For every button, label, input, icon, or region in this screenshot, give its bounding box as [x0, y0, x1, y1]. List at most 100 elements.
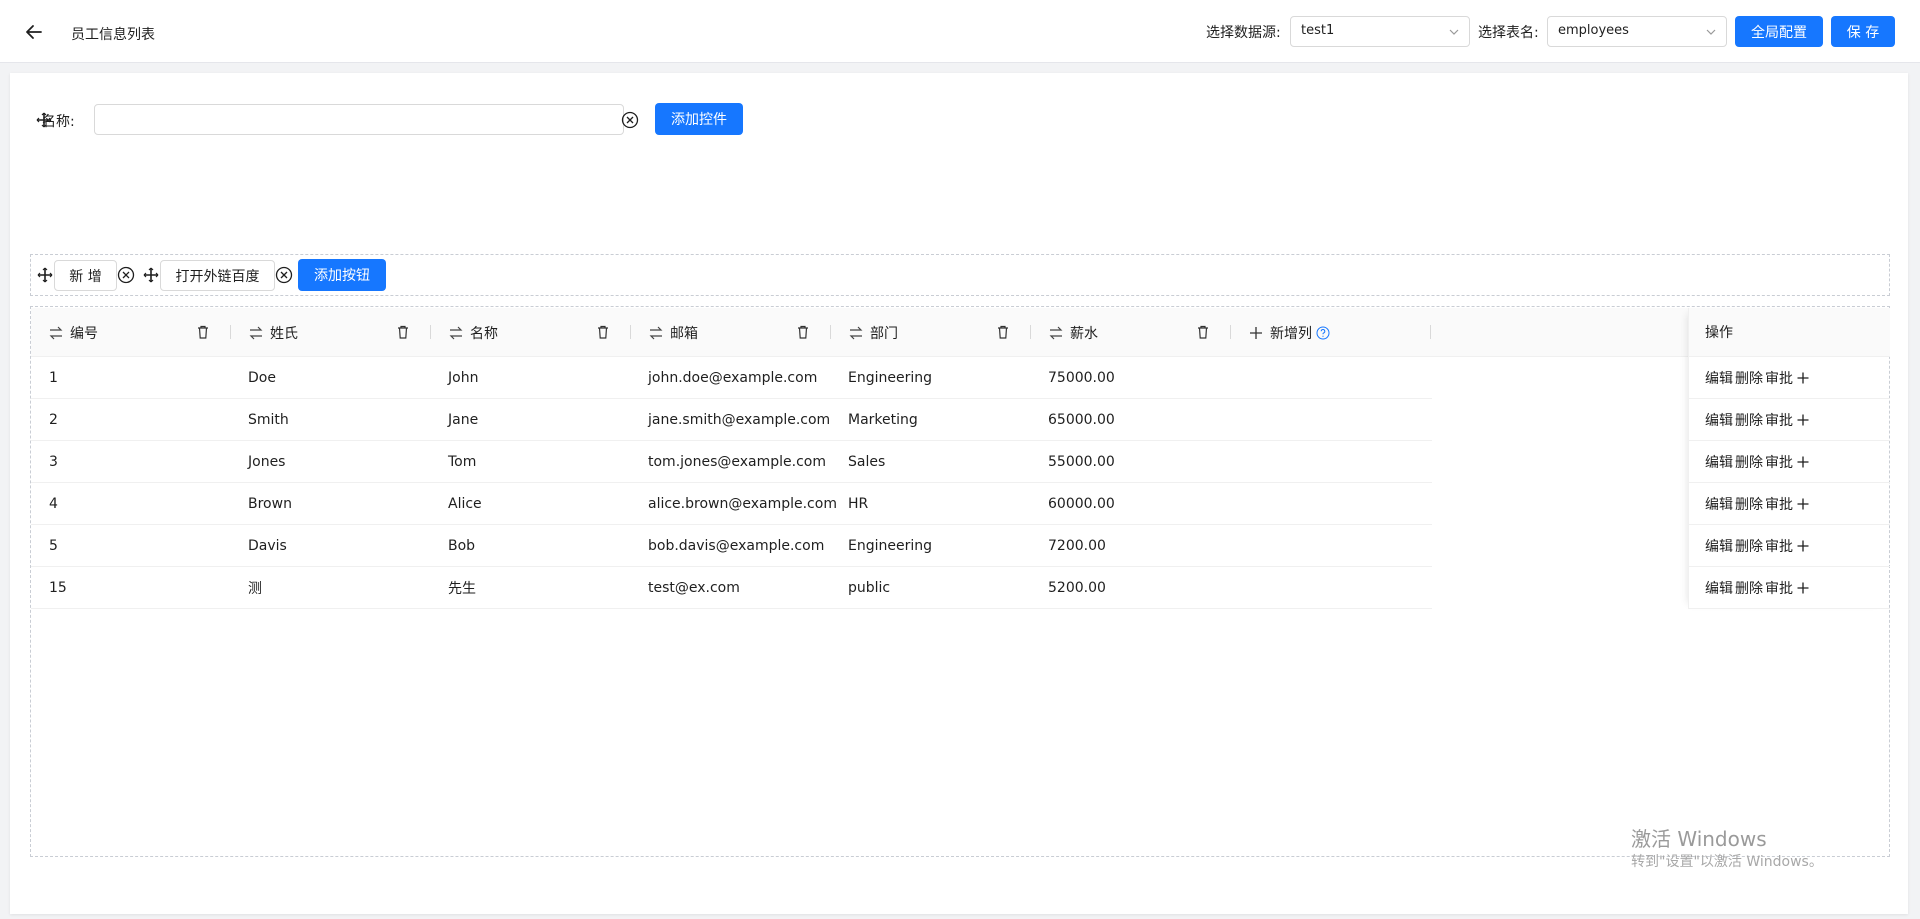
sort-icon[interactable] [1048, 325, 1064, 341]
operations-cell: 编辑 删除 审批 [1689, 357, 1890, 399]
sort-icon[interactable] [248, 325, 264, 341]
datasource-select[interactable]: test1 [1290, 16, 1470, 47]
cell-id: 4 [49, 483, 58, 525]
cell-id: 1 [49, 357, 58, 399]
approve-link[interactable]: 审批 [1765, 410, 1793, 430]
operations-cell: 编辑 删除 审批 [1689, 525, 1890, 567]
drag-handle-icon[interactable] [143, 267, 159, 283]
question-circle-icon[interactable] [1316, 326, 1330, 340]
plus-icon[interactable] [1796, 497, 1810, 511]
operations-cell: 编辑 删除 审批 [1689, 567, 1890, 609]
column-header-label: 部门 [870, 323, 898, 343]
cell-department: Sales [848, 441, 885, 483]
approve-link[interactable]: 审批 [1765, 494, 1793, 514]
column-header[interactable]: 名称 [448, 308, 498, 357]
delete-link[interactable]: 删除 [1735, 536, 1763, 556]
column-header[interactable]: 姓氏 [248, 308, 298, 357]
cell-last-name: Smith [248, 399, 289, 441]
trash-icon[interactable] [395, 324, 411, 340]
trash-icon[interactable] [595, 324, 611, 340]
toolbar-add-button[interactable]: 新 增 [54, 260, 117, 291]
edit-link[interactable]: 编辑 [1705, 536, 1733, 556]
delete-link[interactable]: 删除 [1735, 410, 1763, 430]
column-header[interactable]: 邮箱 [648, 308, 698, 357]
approve-link[interactable]: 审批 [1765, 578, 1793, 598]
table-row: 15 测 先生 test@ex.com public 5200.00 [31, 567, 1432, 609]
column-header[interactable]: 部门 [848, 308, 898, 357]
table-row: 5 Davis Bob bob.davis@example.com Engine… [31, 525, 1432, 567]
cell-salary: 65000.00 [1048, 399, 1115, 441]
close-circle-icon[interactable] [275, 266, 293, 284]
cell-last-name: Jones [248, 441, 285, 483]
plus-icon[interactable] [1796, 371, 1810, 385]
close-circle-icon[interactable] [117, 266, 135, 284]
windows-activation-watermark: 激活 Windows [1631, 823, 1767, 852]
cell-last-name: Davis [248, 525, 287, 567]
top-header: 员工信息列表 选择数据源: test1 选择表名: employees 全局配置… [0, 0, 1920, 63]
back-arrow-icon[interactable] [22, 20, 46, 44]
column-divider[interactable] [1030, 325, 1031, 339]
cell-id: 15 [49, 567, 67, 609]
cell-email: bob.davis@example.com [648, 525, 824, 567]
sort-icon[interactable] [848, 325, 864, 341]
name-field-label: 名称: [42, 111, 75, 131]
edit-link[interactable]: 编辑 [1705, 578, 1733, 598]
column-header-label: 薪水 [1070, 323, 1098, 343]
delete-link[interactable]: 删除 [1735, 452, 1763, 472]
edit-link[interactable]: 编辑 [1705, 494, 1733, 514]
add-column-button[interactable]: 新增列 [1248, 308, 1330, 357]
trash-icon[interactable] [995, 324, 1011, 340]
trash-icon[interactable] [195, 324, 211, 340]
save-button[interactable]: 保 存 [1831, 16, 1895, 47]
cell-salary: 55000.00 [1048, 441, 1115, 483]
approve-link[interactable]: 审批 [1765, 452, 1793, 472]
edit-link[interactable]: 编辑 [1705, 368, 1733, 388]
drag-handle-icon[interactable] [37, 267, 53, 283]
plus-icon[interactable] [1796, 581, 1810, 595]
cell-id: 5 [49, 525, 58, 567]
cell-department: Engineering [848, 357, 932, 399]
column-divider[interactable] [1230, 325, 1231, 339]
trash-icon[interactable] [795, 324, 811, 340]
close-circle-icon[interactable] [621, 111, 639, 129]
plus-icon[interactable] [1796, 413, 1810, 427]
sort-icon[interactable] [448, 325, 464, 341]
plus-icon [1248, 325, 1264, 341]
toolbar-open-link-button[interactable]: 打开外链百度 [160, 260, 275, 291]
column-divider[interactable] [1430, 325, 1431, 339]
plus-icon[interactable] [1796, 455, 1810, 469]
column-header[interactable]: 编号 [48, 308, 98, 357]
delete-link[interactable]: 删除 [1735, 578, 1763, 598]
delete-link[interactable]: 删除 [1735, 494, 1763, 514]
column-header[interactable]: 薪水 [1048, 308, 1098, 357]
column-divider[interactable] [630, 325, 631, 339]
cell-email: john.doe@example.com [648, 357, 817, 399]
column-divider[interactable] [230, 325, 231, 339]
trash-icon[interactable] [1195, 324, 1211, 340]
approve-link[interactable]: 审批 [1765, 368, 1793, 388]
cell-email: test@ex.com [648, 567, 740, 609]
column-divider[interactable] [830, 325, 831, 339]
table-select-value: employees [1558, 23, 1629, 38]
cell-salary: 7200.00 [1048, 525, 1106, 567]
edit-link[interactable]: 编辑 [1705, 452, 1733, 472]
sort-icon[interactable] [648, 325, 664, 341]
delete-link[interactable]: 删除 [1735, 368, 1763, 388]
column-divider[interactable] [430, 325, 431, 339]
table-select[interactable]: employees [1547, 16, 1727, 47]
plus-icon[interactable] [1796, 539, 1810, 553]
cell-email: alice.brown@example.com [648, 483, 837, 525]
name-input[interactable] [94, 104, 624, 135]
approve-link[interactable]: 审批 [1765, 536, 1793, 556]
cell-id: 2 [49, 399, 58, 441]
add-control-button[interactable]: 添加控件 [655, 103, 743, 135]
table-row: 1 Doe John john.doe@example.com Engineer… [31, 357, 1432, 399]
cell-first-name: John [448, 357, 478, 399]
page-title: 员工信息列表 [71, 24, 155, 44]
datasource-label: 选择数据源: [1206, 22, 1281, 42]
sort-icon[interactable] [48, 325, 64, 341]
windows-activation-subtitle: 转到"设置"以激活 Windows。 [1631, 851, 1823, 871]
global-config-button[interactable]: 全局配置 [1735, 16, 1823, 47]
edit-link[interactable]: 编辑 [1705, 410, 1733, 430]
add-button-button[interactable]: 添加按钮 [298, 259, 386, 291]
